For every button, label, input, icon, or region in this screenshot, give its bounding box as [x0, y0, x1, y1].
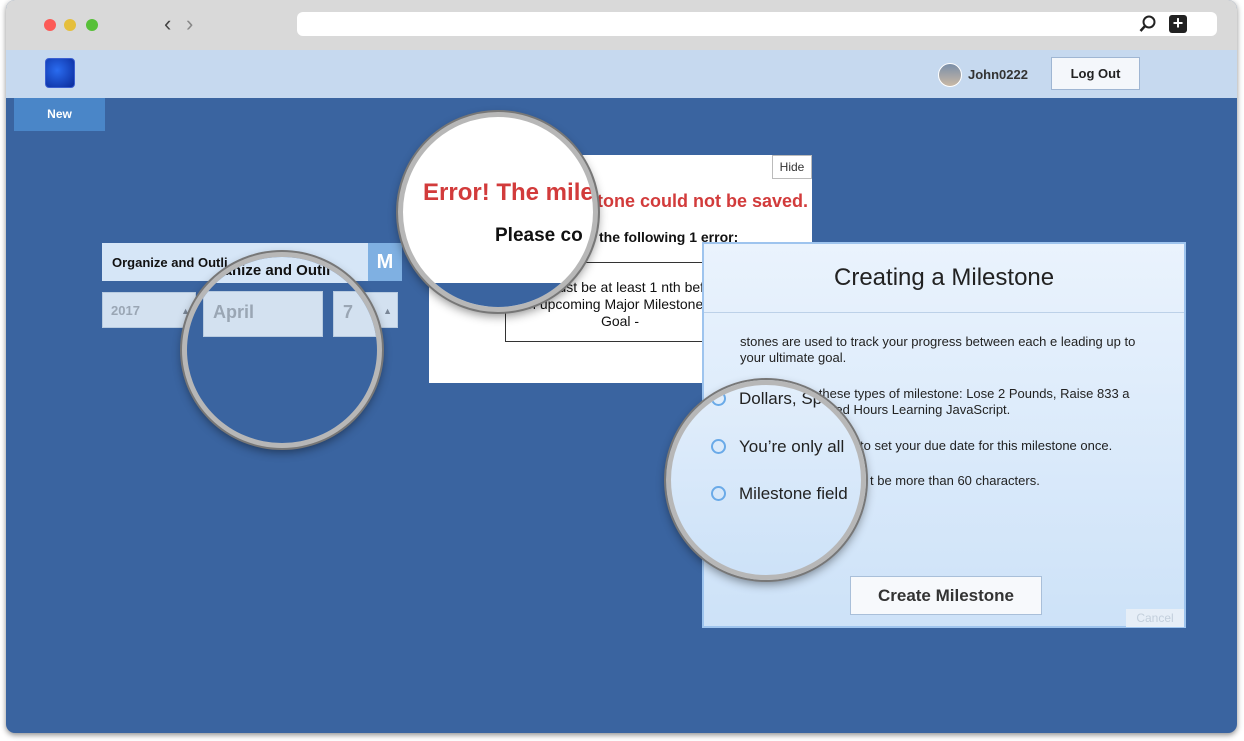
new-tab-plus-icon[interactable]: +	[1169, 14, 1187, 33]
new-button[interactable]: New	[14, 98, 105, 131]
app-header: John0222 Log Out	[6, 50, 1237, 98]
username[interactable]: John0222	[968, 67, 1028, 82]
year-select[interactable]: 2017 ▲	[102, 292, 196, 328]
maximize-window-button[interactable]	[86, 19, 98, 31]
divider	[704, 312, 1184, 313]
lens-line-2: You’re only all	[739, 437, 845, 456]
back-arrow-icon[interactable]: ‹	[164, 13, 171, 35]
magnifier-lens-milestone: Dollars, Sp You’re only all Milestone fi…	[666, 380, 866, 580]
lens-month-value: April	[213, 302, 255, 322]
info-text-1: stones are used to track your progress b…	[740, 334, 1136, 365]
browser-titlebar: ‹ › +	[6, 0, 1237, 50]
logout-button[interactable]: Log Out	[1051, 57, 1140, 90]
magnifier-lens-error: Error! The mile Please co	[398, 112, 598, 312]
address-bar[interactable]: +	[297, 12, 1217, 36]
radio-bullet-icon	[711, 439, 726, 454]
magnifier-lens-date: Organize and Outli April 7	[182, 252, 382, 448]
radio-bullet-icon	[711, 486, 726, 501]
panel-title: Creating a Milestone	[834, 264, 1055, 291]
hide-button[interactable]: Hide	[772, 155, 812, 179]
lens-line-1: Dollars, Sp	[739, 389, 823, 408]
lens-day-select	[333, 291, 377, 337]
avatar[interactable]	[938, 63, 962, 87]
lens-error-title: Error! The mile	[423, 179, 594, 206]
create-milestone-button[interactable]: Create Milestone	[850, 576, 1042, 615]
browser-window: ‹ › + John0222 Log Out New Organize and …	[6, 0, 1237, 733]
cancel-button[interactable]: Cancel	[1126, 609, 1184, 627]
radio-bullet-icon	[711, 391, 726, 406]
close-window-button[interactable]	[44, 19, 56, 31]
minimize-window-button[interactable]	[64, 19, 76, 31]
lens-line-3: Milestone field	[739, 484, 848, 503]
lens-day-value: 7	[343, 302, 354, 322]
search-icon[interactable]	[1139, 15, 1157, 33]
lens-goal-title: Organize and Outli	[197, 262, 331, 279]
forward-arrow-icon[interactable]: ›	[186, 13, 193, 35]
app-logo[interactable]	[45, 58, 75, 88]
select-arrows-icon: ▲	[383, 306, 392, 316]
lens-error-subtitle: Please co	[495, 225, 583, 246]
year-value: 2017	[111, 303, 140, 318]
